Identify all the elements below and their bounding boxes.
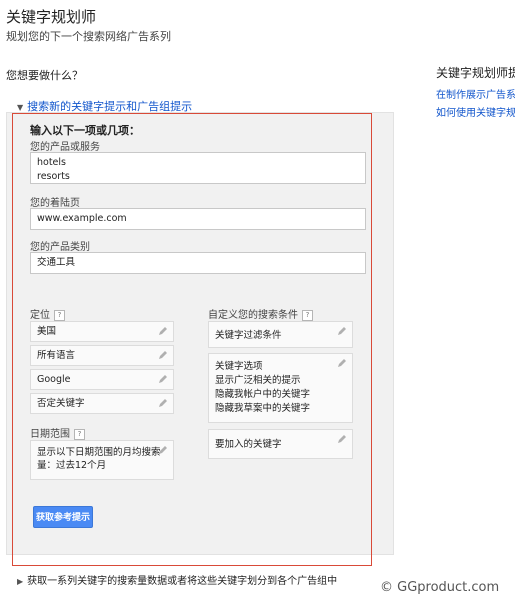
date-range-field[interactable]: 显示以下日期范围的月均搜索 量：过去12个月 [30, 440, 174, 480]
targeting-negative-keywords[interactable]: 否定关键字 [30, 393, 174, 414]
date-range-label-text: 日期范围 [30, 429, 70, 440]
keyword-option-line: 隐藏我帐户中的关键字 [215, 389, 311, 400]
pencil-icon[interactable] [158, 445, 168, 455]
keyword-option-line: 显示广泛相关的提示 [215, 375, 301, 386]
help-icon[interactable]: ? [74, 428, 85, 440]
product-input[interactable]: hotels resorts [30, 152, 366, 184]
include-keywords-label: 要加入的关键字 [215, 439, 282, 450]
product-line: resorts [37, 171, 70, 182]
targeting-location-value: 美国 [37, 326, 57, 337]
date-range-line: 显示以下日期范围的月均搜索 [37, 447, 161, 458]
category-label: 您的产品类别 [30, 242, 90, 253]
question-heading: 您想要做什么？ [6, 69, 83, 82]
custom-criteria-label: 自定义您的搜索条件? [208, 306, 313, 321]
targeting-label-text: 定位 [30, 310, 50, 321]
custom-criteria-label-text: 自定义您的搜索条件 [208, 310, 298, 321]
pencil-icon[interactable] [158, 326, 168, 336]
intro-label: 输入以下一项或几项： [30, 124, 140, 137]
pencil-icon[interactable] [158, 398, 168, 408]
section-toggle[interactable]: ▼ 搜索新的关键字提示和广告组提示 [17, 98, 192, 114]
product-line: hotels [37, 157, 66, 168]
targeting-location[interactable]: 美国 [30, 321, 174, 342]
keyword-filter-field[interactable]: 关键字过滤条件 [208, 321, 353, 348]
watermark: © GGproduct.com [380, 580, 500, 595]
sidebar-link-howto[interactable]: 如何使用关键字规划 [436, 104, 515, 119]
get-ideas-button[interactable]: 获取参考提示 [33, 506, 93, 528]
targeting-language[interactable]: 所有语言 [30, 345, 174, 366]
help-icon[interactable]: ? [302, 309, 313, 321]
collapsed-section-label: 获取一系列关键字的搜索量数据或者将这些关键字划分到各个广告组中 [27, 576, 338, 587]
date-range-line: 量：过去12个月 [37, 460, 107, 471]
targeting-label: 定位? [30, 306, 65, 321]
pencil-icon[interactable] [337, 358, 347, 368]
targeting-language-value: 所有语言 [37, 350, 76, 361]
pencil-icon[interactable] [337, 434, 347, 444]
page-title: 关键字规划师 [6, 8, 97, 26]
sidebar-link-display[interactable]: 在制作展示广告系列 [436, 86, 515, 101]
page-subtitle: 规划您的下一个搜索网络广告系列 [6, 30, 171, 43]
pencil-icon[interactable] [158, 350, 168, 360]
targeting-network-value: Google [37, 374, 71, 385]
pencil-icon[interactable] [158, 374, 168, 384]
targeting-network[interactable]: Google [30, 369, 174, 390]
include-keywords-field[interactable]: 要加入的关键字 [208, 429, 353, 459]
targeting-negative-value: 否定关键字 [37, 398, 85, 409]
product-label: 您的产品或服务 [30, 142, 100, 153]
category-input[interactable]: 交通工具 [30, 252, 366, 274]
date-range-label: 日期范围? [30, 425, 85, 440]
sidebar-title: 关键字规划师提 [436, 66, 515, 80]
collapsed-section-toggle[interactable]: ▶ 获取一系列关键字的搜索量数据或者将这些关键字划分到各个广告组中 [17, 572, 337, 587]
keyword-options-field[interactable]: 关键字选项 显示广泛相关的提示 隐藏我帐户中的关键字 隐藏我草案中的关键字 [208, 353, 353, 423]
keyword-option-line: 隐藏我草案中的关键字 [215, 403, 311, 414]
pencil-icon[interactable] [337, 326, 347, 336]
caret-right-icon: ▶ [17, 577, 24, 586]
keyword-filter-label: 关键字过滤条件 [215, 330, 282, 341]
help-icon[interactable]: ? [54, 309, 65, 321]
caret-down-icon: ▼ [17, 103, 24, 112]
section-toggle-label: 搜索新的关键字提示和广告组提示 [27, 100, 193, 113]
landing-page-input[interactable]: www.example.com [30, 208, 366, 230]
landing-label: 您的着陆页 [30, 198, 80, 209]
keyword-options-title: 关键字选项 [215, 361, 263, 372]
